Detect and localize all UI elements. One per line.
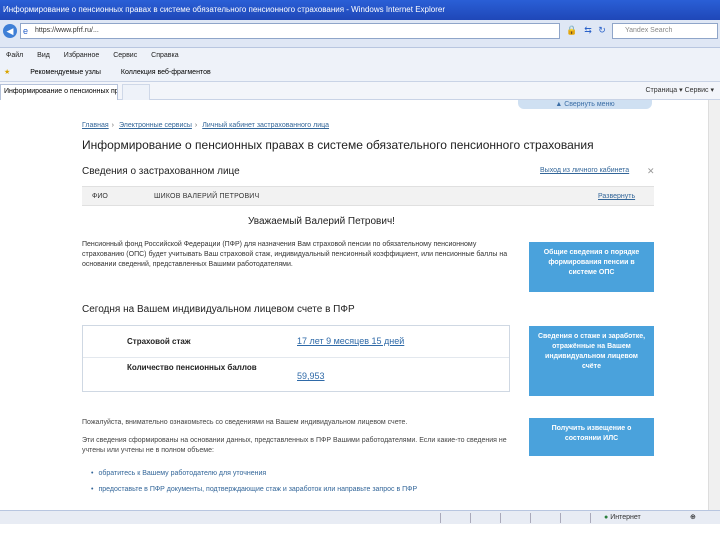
menu-view[interactable]: Вид <box>37 52 50 59</box>
breadcrumb: Главная › Электронные сервисы › Личный каб… <box>82 122 330 129</box>
page-title: Информирование о пенсионных правах в сис… <box>82 138 594 152</box>
refresh-icon[interactable]: ↻ <box>596 24 608 36</box>
zoom-icon[interactable]: ⊕ <box>690 511 696 525</box>
fio-value: ШИКОВ ВАЛЕРИЙ ПЕТРОВИЧ <box>154 193 260 200</box>
row-label: Количество пенсионных баллов <box>127 363 257 372</box>
internet-zone: ● Интернет <box>604 511 641 525</box>
browser-window: Информирование о пенсионных правах в сис… <box>0 0 720 540</box>
page-content: ▲ Свернуть меню Главная › Электронные сер… <box>0 100 720 510</box>
bullet-link[interactable]: предоставьте в ПФР документы, подтвержда… <box>98 486 417 493</box>
table-row: Страховой стаж 17 лет 9 месяцев 15 дней <box>83 326 509 358</box>
menu-file[interactable]: Файл <box>6 52 23 59</box>
side-box-account-details[interactable]: Сведения о стаже и заработке, отражённые… <box>529 326 654 396</box>
status-bar: ● Интернет ⊕ <box>0 510 720 524</box>
table-row: Количество пенсионных баллов 59,953 <box>83 359 509 391</box>
fio-label: ФИО <box>92 193 108 200</box>
bottom-strip <box>0 524 720 540</box>
command-bar[interactable]: Страница ▾ Сервис ▾ <box>645 82 714 100</box>
tab-bar: Информирование о пенсионных правах... Ст… <box>0 82 720 100</box>
favorites-bar: ★ Рекомендуемые узлы Коллекция веб-фрагм… <box>0 64 720 82</box>
url-text: https://www.pfrf.ru/... <box>35 27 99 34</box>
new-tab-button[interactable] <box>122 84 150 100</box>
account-table: Страховой стаж 17 лет 9 месяцев 15 дней … <box>82 325 510 392</box>
breadcrumb-cabinet[interactable]: Личный кабинет застрахованного лица <box>202 122 329 129</box>
ie-icon: e <box>23 26 29 36</box>
row-label: Страховой стаж <box>127 337 191 346</box>
tab-active[interactable]: Информирование о пенсионных правах... <box>0 84 118 100</box>
address-bar: ◀ e https://www.pfrf.ru/... 🔒 ⇆ ↻ Yandex… <box>0 20 720 48</box>
close-icon[interactable]: ✕ <box>647 166 655 177</box>
row-value-link[interactable]: 59,953 <box>297 371 325 381</box>
greeting: Уважаемый Валерий Петрович! <box>248 216 395 227</box>
menu-favorites[interactable]: Избранное <box>64 52 99 59</box>
side-box-general-info[interactable]: Общие сведения о порядке формирования пе… <box>529 242 654 292</box>
breadcrumb-home[interactable]: Главная <box>82 122 109 129</box>
search-input[interactable]: Yandex Search <box>612 23 718 39</box>
window-title: Информирование о пенсионных правах в сис… <box>0 0 720 20</box>
back-icon[interactable]: ◀ <box>3 24 17 38</box>
favorites-star-icon[interactable]: ★ <box>4 69 10 76</box>
fav-web-slices[interactable]: Коллекция веб-фрагментов <box>121 69 211 76</box>
breadcrumb-eservices[interactable]: Электронные сервисы <box>119 122 192 129</box>
row-value-link[interactable]: 17 лет 9 месяцев 15 дней <box>297 336 404 346</box>
expand-link[interactable]: Развернуть <box>598 187 635 207</box>
menu-bar: Файл Вид Избранное Сервис Справка <box>0 48 720 64</box>
zone-label: Интернет <box>610 514 641 521</box>
bullet-link[interactable]: обратитесь к Вашему работодателю для уто… <box>98 470 266 477</box>
insured-header: Сведения о застрахованном лице <box>82 166 240 177</box>
account-header: Сегодня на Вашем индивидуальном лицевом … <box>82 304 355 315</box>
url-field[interactable]: e https://www.pfrf.ru/... <box>20 23 560 39</box>
side-box-get-notice[interactable]: Получить извещение о состоянии ИЛС <box>529 418 654 456</box>
fav-suggested-sites[interactable]: Рекомендуемые узлы <box>30 69 101 76</box>
menu-help[interactable]: Справка <box>151 52 178 59</box>
menu-tools[interactable]: Сервис <box>113 52 137 59</box>
compat-icon[interactable]: ⇆ <box>582 24 594 36</box>
lock-icon[interactable]: 🔒 <box>566 24 578 36</box>
info-paragraph: Пожалуйста, внимательно ознакомьтесь со … <box>82 419 408 426</box>
fio-panel: ФИО ШИКОВ ВАЛЕРИЙ ПЕТРОВИЧ Развернуть <box>82 186 654 206</box>
intro-text: Пенсионный фонд Российской Федерации (ПФ… <box>82 241 508 268</box>
exit-link[interactable]: Выход из личного кабинета <box>540 167 629 174</box>
info-paragraph: Эти сведения сформированы на основании д… <box>82 437 507 454</box>
vertical-scrollbar[interactable] <box>708 100 720 510</box>
collapse-menu-button[interactable]: ▲ Свернуть меню <box>518 100 652 109</box>
globe-icon: ● <box>604 514 609 521</box>
